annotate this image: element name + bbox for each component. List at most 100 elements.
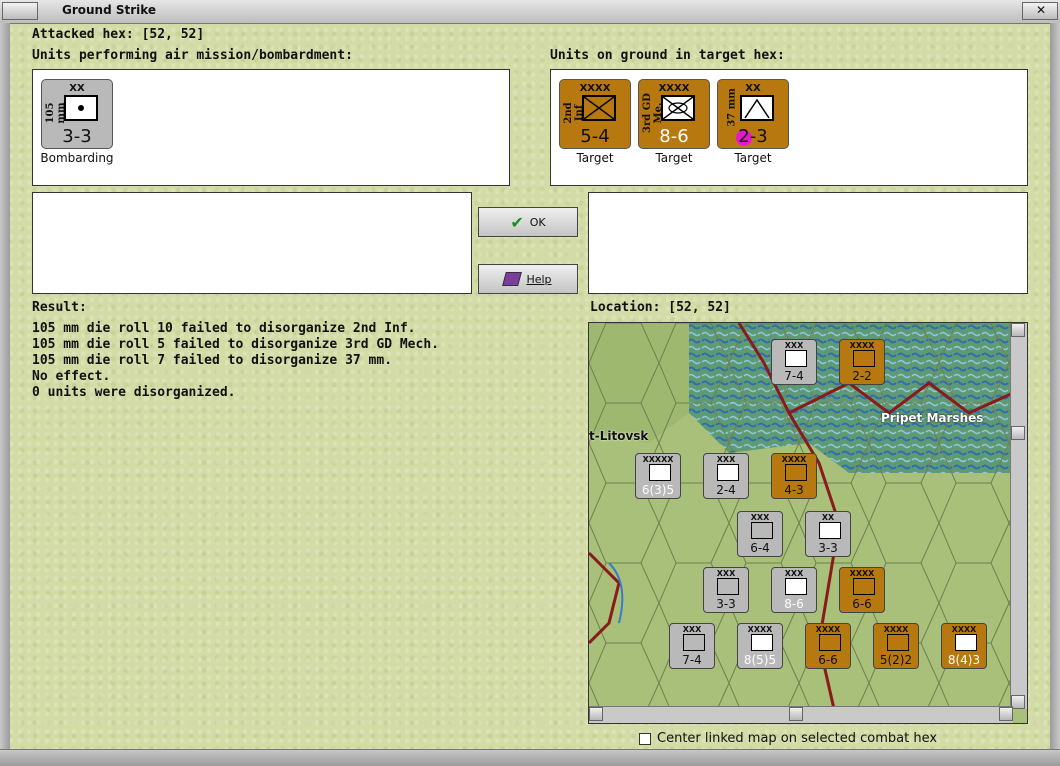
unit-symbol-icon [785, 464, 807, 481]
map-unit-size: XXXX [815, 625, 841, 634]
center-map-label: Center linked map on selected combat hex [657, 731, 938, 746]
close-icon: ✕ [1036, 3, 1047, 17]
map-unit-size: XX [821, 513, 835, 522]
map-unit-value: 6(3)5 [641, 483, 675, 497]
bottom-frame [0, 749, 1060, 766]
attacker-info-panel [32, 192, 472, 294]
map-unit-size: XXXX [849, 341, 875, 350]
unit-strength: 5-4 [580, 126, 610, 147]
unit-counter-37mm[interactable]: XX 37 mm 2-3 [717, 79, 789, 149]
air-units-label: Units performing air mission/bombardment… [32, 48, 353, 63]
map-unit[interactable]: XXXX 2-2 [839, 339, 885, 385]
map-unit-value: 2-2 [852, 369, 872, 383]
map-unit-value: 8(4)3 [947, 653, 981, 667]
map-vertical-scrollbar[interactable] [1010, 323, 1027, 709]
map-unit[interactable]: XXXX 5(2)2 [873, 623, 919, 669]
map-label-litovsk: t-Litovsk [589, 429, 649, 443]
mini-map[interactable]: Pripet Marshes t-Litovsk XXX 7-4 XXXX 2-2 … [588, 322, 1028, 724]
map-unit-size: XXX [716, 569, 736, 578]
map-unit[interactable]: XXX 3-3 [703, 567, 749, 613]
unit-counter-105mm[interactable]: XX 105 mm 3-3 [41, 79, 113, 149]
right-frame [1050, 23, 1060, 750]
scroll-down-icon[interactable] [1011, 695, 1025, 709]
ok-button[interactable]: ✔ OK [478, 207, 578, 237]
unit-counter-3rd-gd-mech[interactable]: XXXX 3rd GD Me. 8-6 [638, 79, 710, 149]
map-unit-value: 6-4 [750, 541, 770, 555]
map-unit[interactable]: XXXX 4-3 [771, 453, 817, 499]
unit-symbol-icon [853, 350, 875, 367]
map-unit-size: XXXX [781, 455, 807, 464]
map-unit-size: XXX [784, 569, 804, 578]
map-unit-size: XXX [716, 455, 736, 464]
map-unit-size: XXXXX [642, 455, 674, 464]
map-unit-value: 6-6 [818, 653, 838, 667]
map-unit[interactable]: XXXX 8(5)5 [737, 623, 783, 669]
mech-infantry-symbol-icon [661, 95, 695, 121]
map-unit-size: XXXX [747, 625, 773, 634]
map-unit[interactable]: XXX 7-4 [669, 623, 715, 669]
map-unit-value: 3-3 [716, 597, 736, 611]
map-unit[interactable]: XXXX 6-6 [805, 623, 851, 669]
defender-info-panel [588, 192, 1028, 294]
unit-strength: 2-3 [738, 126, 768, 147]
unit-caption: Target [655, 151, 693, 165]
result-line: 105 mm die roll 5 failed to disorganize … [32, 337, 439, 352]
map-unit[interactable]: XXX 2-4 [703, 453, 749, 499]
map-unit-value: 5(2)2 [879, 653, 913, 667]
map-unit[interactable]: XXXXX 6(3)5 [635, 453, 681, 499]
unit-symbol-icon [785, 578, 807, 595]
result-line: 0 units were disorganized. [32, 385, 236, 400]
unit-symbol-icon [751, 522, 773, 539]
unit-symbol-icon [717, 464, 739, 481]
map-unit-value: 7-4 [784, 369, 804, 383]
unit-caption: Target [576, 151, 614, 165]
map-unit-size: XXX [682, 625, 702, 634]
window-title: Ground Strike [62, 3, 157, 17]
map-unit-size: XXXX [883, 625, 909, 634]
result-line: 105 mm die roll 7 failed to disorganize … [32, 353, 393, 368]
map-label-pripet: Pripet Marshes [881, 411, 984, 425]
artillery-symbol-icon [64, 95, 98, 121]
result-label: Result: [32, 300, 87, 315]
map-horizontal-scrollbar[interactable] [589, 706, 1013, 723]
scroll-up-icon[interactable] [1011, 323, 1025, 337]
map-unit[interactable]: XXXX 6-6 [839, 567, 885, 613]
scroll-thumb-horizontal[interactable] [789, 707, 803, 721]
map-unit-value: 8-6 [784, 597, 804, 611]
left-frame [0, 23, 10, 750]
unit-symbol-icon [683, 634, 705, 651]
unit-strength: 8-6 [659, 126, 689, 147]
unit-symbol-icon [819, 634, 841, 651]
help-button[interactable]: Help [478, 264, 578, 294]
infantry-symbol-icon [582, 95, 616, 121]
map-unit-value: 3-3 [818, 541, 838, 555]
unit-counter-2nd-inf[interactable]: XXXX 2nd Inf 5-4 [559, 79, 631, 149]
attacked-hex-label: Attacked hex: [52, 52] [32, 27, 205, 42]
map-unit[interactable]: XX 3-3 [805, 511, 851, 557]
center-map-checkbox[interactable] [639, 733, 651, 745]
unit-symbol-icon [751, 634, 773, 651]
map-unit[interactable]: XXXX 8(4)3 [941, 623, 987, 669]
title-bar: Ground Strike ✕ [0, 0, 1060, 24]
scroll-right-icon[interactable] [999, 707, 1013, 721]
unit-symbol-icon [887, 634, 909, 651]
unit-symbol-icon [819, 522, 841, 539]
air-units-panel: XX 105 mm 3-3 Bombarding [32, 69, 510, 186]
map-unit-value: 7-4 [682, 653, 702, 667]
location-label: Location: [52, 52] [590, 300, 731, 315]
unit-symbol-icon [955, 634, 977, 651]
map-unit[interactable]: XXX 8-6 [771, 567, 817, 613]
map-unit-size: XXXX [849, 569, 875, 578]
window-menu-button[interactable] [2, 2, 38, 20]
scroll-thumb-vertical[interactable] [1011, 426, 1025, 440]
unit-strength: 3-3 [62, 126, 92, 147]
scroll-left-icon[interactable] [589, 707, 603, 721]
map-unit[interactable]: XXX 6-4 [737, 511, 783, 557]
unit-symbol-icon [649, 464, 671, 481]
close-button[interactable]: ✕ [1022, 2, 1058, 20]
result-line: 105 mm die roll 10 failed to disorganize… [32, 321, 416, 336]
map-unit-value: 4-3 [784, 483, 804, 497]
unit-symbol-icon [785, 350, 807, 367]
map-unit[interactable]: XXX 7-4 [771, 339, 817, 385]
ground-units-panel: XXXX 2nd Inf 5-4 Target XXXX 3rd GD Me. … [550, 69, 1028, 186]
